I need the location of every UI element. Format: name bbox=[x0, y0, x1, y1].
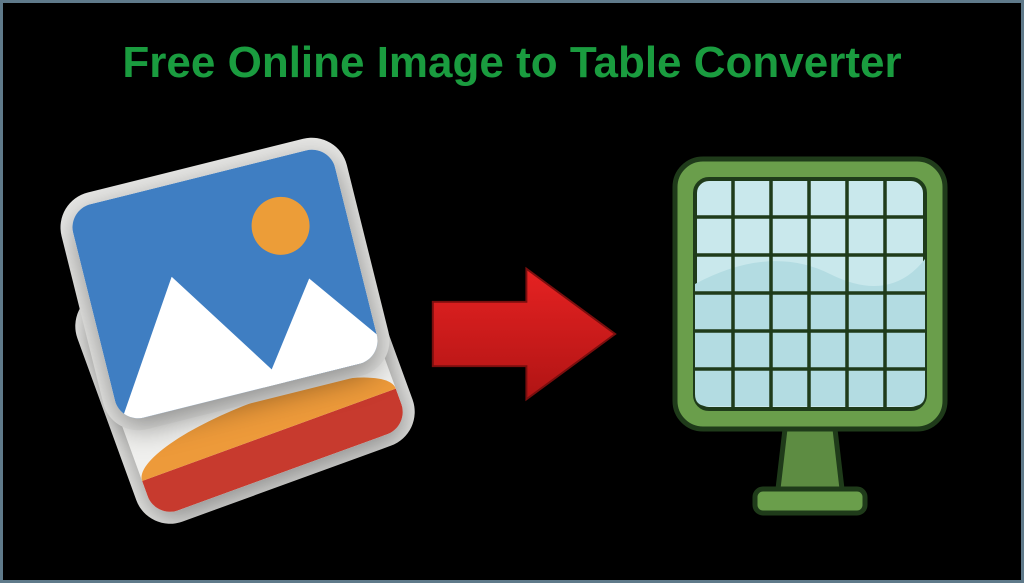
arrow-right-icon bbox=[425, 259, 620, 409]
table-monitor-icon bbox=[660, 144, 960, 524]
hero-graphic bbox=[3, 88, 1021, 580]
page-title: Free Online Image to Table Converter bbox=[122, 38, 901, 88]
photo-stack-icon bbox=[65, 164, 385, 504]
